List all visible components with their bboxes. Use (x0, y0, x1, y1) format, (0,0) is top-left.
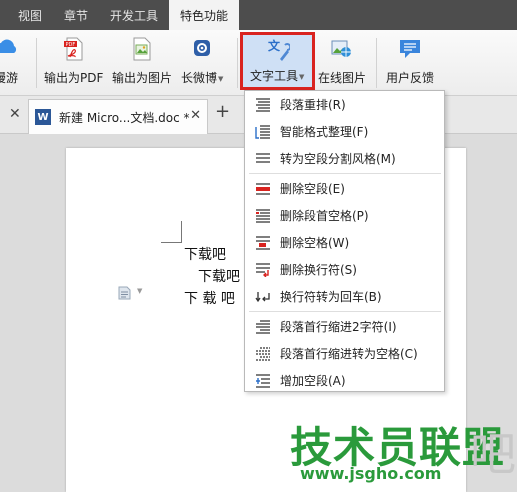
long-weibo-button[interactable]: 长微博▼ (181, 36, 223, 90)
menu-item-delete-blank-paragraph[interactable]: 删除空段(E) (246, 175, 444, 202)
pdf-file-icon: PDF (63, 37, 83, 61)
document-line[interactable]: 下载吧 (184, 244, 226, 264)
cloud-icon (0, 39, 17, 53)
close-icon[interactable]: ✕ (190, 108, 201, 123)
tab-special-features[interactable]: 特色功能 (169, 0, 240, 30)
menu-item-blank-split-style[interactable]: 转为空段分割风格(M) (246, 145, 444, 172)
online-images-label: 在线图片 (318, 71, 367, 85)
watermark-trailing-text: 吧 (470, 427, 516, 481)
text-tools-menu: 段落重排(R) 智能格式整理(F) 转为空段分割风格(M) 删除空段(E) 删除… (244, 90, 445, 392)
delete-linebreak-icon (256, 262, 270, 277)
image-file-icon (133, 37, 151, 61)
menu-divider (249, 173, 441, 174)
roam-label: 漫游 (0, 71, 19, 85)
tab-developer-tools[interactable]: 开发工具 (99, 0, 169, 30)
menu-divider (249, 311, 441, 312)
word-document-icon: W (35, 109, 51, 125)
ribbon-tabs: 视图 章节 开发工具 特色功能 (0, 0, 517, 30)
text-tools-button[interactable]: 文 文字工具▼ (240, 32, 315, 90)
watermark-url: www.jsgho.com (300, 464, 442, 483)
export-pdf-button[interactable]: PDF 输出为PDF (44, 36, 103, 90)
plus-icon[interactable]: + (215, 101, 230, 122)
menu-item-add-blank-paragraph[interactable]: 增加空段(A) (246, 367, 444, 394)
tab-view[interactable]: 视图 (0, 0, 53, 30)
menu-item-delete-space[interactable]: 删除空格(W) (246, 229, 444, 256)
blank-split-style-icon (256, 152, 270, 163)
delete-blank-paragraph-icon (256, 182, 270, 195)
long-weibo-label: 长微博▼ (181, 71, 224, 85)
text-tools-label: 文字工具▼ (250, 69, 305, 83)
text-tools-icon: 文 (268, 38, 290, 61)
margin-corner-mark (181, 221, 182, 243)
margin-corner-mark (161, 242, 182, 243)
chevron-down-icon: ▼ (299, 73, 305, 81)
export-pdf-label: 输出为PDF (44, 71, 104, 85)
online-images-button[interactable]: 在线图片 (318, 36, 366, 90)
delete-space-icon (256, 235, 270, 250)
feedback-icon (400, 40, 420, 58)
export-image-button[interactable]: 输出为图片 (112, 36, 172, 90)
paragraph-reflow-icon (256, 97, 270, 112)
close-icon[interactable]: ✕ (9, 106, 21, 122)
menu-item-delete-leading-space[interactable]: 删除段首空格(P) (246, 202, 444, 229)
online-image-icon (331, 40, 351, 57)
weibo-icon (194, 40, 211, 56)
toolbar-divider (237, 38, 238, 88)
roam-button[interactable]: 漫游 (0, 36, 18, 90)
feedback-label: 用户反馈 (386, 71, 435, 85)
chevron-down-icon: ▼ (218, 75, 224, 83)
menu-item-smart-format[interactable]: 智能格式整理(F) (246, 118, 444, 145)
export-image-label: 输出为图片 (112, 71, 173, 85)
document-tab[interactable]: W 新建 Micro...文档.doc * ✕ (28, 99, 208, 134)
menu-item-linebreak-to-enter[interactable]: 换行符转为回车(B) (246, 283, 444, 310)
delete-leading-space-icon (256, 208, 270, 223)
paragraph-layout-icon[interactable] (118, 286, 131, 300)
add-blank-paragraph-icon (256, 373, 270, 388)
first-line-indent-icon (256, 319, 270, 334)
toolbar-divider (36, 38, 37, 88)
toolbar-divider (376, 38, 377, 88)
document-line[interactable]: 下载吧 (198, 266, 240, 286)
document-line[interactable]: 下 载 吧 (184, 288, 235, 308)
svg-text:PDF: PDF (65, 42, 75, 48)
linebreak-to-enter-icon (255, 291, 270, 302)
menu-item-paragraph-reflow[interactable]: 段落重排(R) (246, 91, 444, 118)
menu-item-indent-to-space[interactable]: 段落首行缩进转为空格(C) (246, 340, 444, 367)
document-tab-title: 新建 Micro...文档.doc * (59, 110, 190, 125)
smart-format-icon (255, 124, 270, 139)
indent-to-space-icon (256, 346, 270, 361)
chevron-down-icon[interactable]: ▼ (137, 287, 142, 295)
feedback-button[interactable]: 用户反馈 (386, 36, 434, 90)
menu-item-first-line-indent[interactable]: 段落首行缩进2字符(I) (246, 313, 444, 340)
svg-text:文: 文 (268, 38, 281, 53)
menu-item-delete-linebreak[interactable]: 删除换行符(S) (246, 256, 444, 283)
tab-chapter[interactable]: 章节 (53, 0, 99, 30)
